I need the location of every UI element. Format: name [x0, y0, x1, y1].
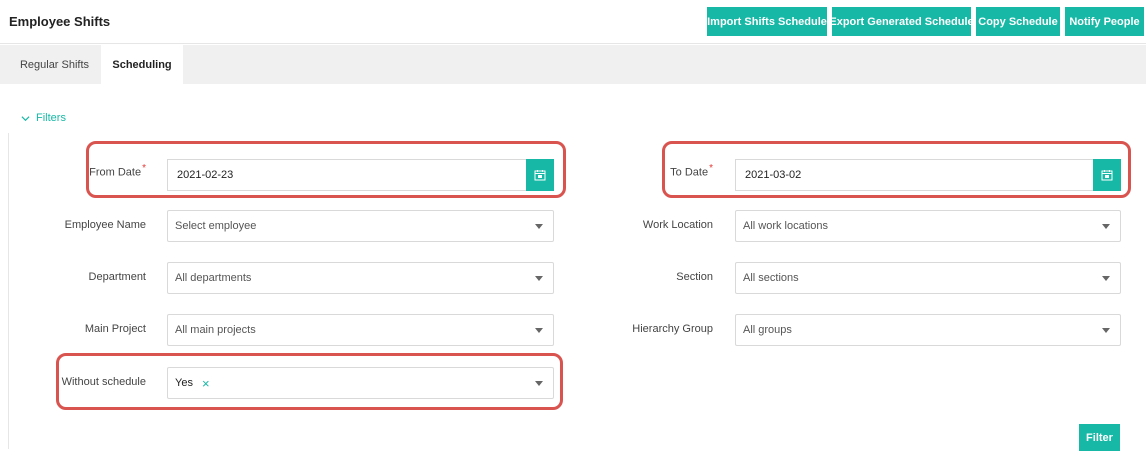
work-location-label: Work Location [642, 219, 713, 231]
hierarchy-group-select[interactable]: All groups [735, 314, 1121, 346]
without-schedule-chip: Yes × [168, 376, 535, 391]
export-generated-schedule-button[interactable]: Export Generated Schedule [829, 7, 974, 36]
dropdown-caret-icon [535, 380, 543, 386]
without-schedule-label: Without schedule [61, 376, 146, 388]
work-location-select[interactable]: All work locations [735, 210, 1121, 242]
notify-people-button[interactable]: Notify People [1065, 7, 1144, 36]
department-value: All departments [175, 272, 252, 284]
to-date-field[interactable]: 2021-03-02 [735, 159, 1121, 191]
hierarchy-group-label: Hierarchy Group [632, 323, 713, 335]
tab-regular-shifts[interactable]: Regular Shifts [9, 45, 100, 84]
tab-scheduling[interactable]: Scheduling [101, 45, 183, 84]
employee-name-placeholder: Select employee [175, 220, 257, 232]
copy-schedule-button[interactable]: Copy Schedule [976, 7, 1060, 36]
from-date-value: 2021-02-23 [177, 169, 234, 181]
calendar-icon [534, 170, 546, 181]
chevron-down-icon [21, 115, 30, 121]
section-select[interactable]: All sections [735, 262, 1121, 294]
filter-button[interactable]: Filter [1079, 424, 1120, 451]
dropdown-caret-icon [535, 327, 543, 333]
to-date-calendar-button[interactable] [1093, 159, 1121, 191]
from-date-calendar-button[interactable] [526, 159, 554, 191]
required-marker: * [709, 163, 713, 174]
without-schedule-select[interactable]: Yes × [167, 367, 554, 399]
dropdown-caret-icon [1102, 223, 1110, 229]
dropdown-caret-icon [535, 275, 543, 281]
to-date-label: To Date* [670, 163, 713, 179]
to-date-value: 2021-03-02 [745, 169, 802, 181]
import-shifts-schedule-button[interactable]: Import Shifts Schedule [707, 7, 827, 36]
hierarchy-group-value: All groups [743, 324, 792, 336]
dropdown-caret-icon [1102, 275, 1110, 281]
department-label: Department [88, 271, 146, 283]
section-value: All sections [743, 272, 799, 284]
calendar-icon [1101, 170, 1113, 181]
tab-bar: Regular Shifts Scheduling [0, 45, 1146, 84]
work-location-value: All work locations [743, 220, 828, 232]
employee-name-select[interactable]: Select employee [167, 210, 554, 242]
department-select[interactable]: All departments [167, 262, 554, 294]
filters-toggle-label: Filters [36, 112, 66, 124]
main-project-value: All main projects [175, 324, 256, 336]
from-date-field[interactable]: 2021-02-23 [167, 159, 554, 191]
main-project-select[interactable]: All main projects [167, 314, 554, 346]
main-project-label: Main Project [84, 323, 146, 335]
page-header: Employee Shifts Import Shifts Schedule E… [0, 0, 1146, 44]
clear-icon[interactable]: × [202, 376, 210, 391]
section-label: Section [676, 271, 713, 283]
dropdown-caret-icon [1102, 327, 1110, 333]
page-title: Employee Shifts [9, 14, 111, 29]
without-schedule-value: Yes [175, 377, 193, 389]
filters-toggle[interactable]: Filters [21, 112, 66, 124]
dropdown-caret-icon [535, 223, 543, 229]
from-date-label: From Date* [89, 163, 146, 179]
employee-name-label: Employee Name [64, 219, 146, 231]
required-marker: * [142, 163, 146, 174]
